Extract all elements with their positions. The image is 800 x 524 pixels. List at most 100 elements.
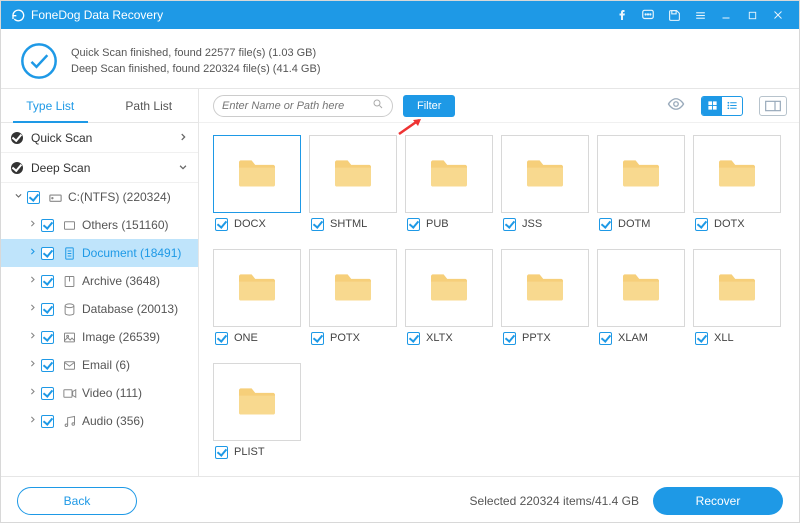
checkbox[interactable]: [41, 387, 54, 400]
tree-item[interactable]: Document (18491): [1, 239, 198, 267]
chevron-right-icon[interactable]: [25, 415, 39, 427]
folder-icon: [426, 155, 472, 194]
folder-thumb[interactable]: [501, 249, 589, 327]
minimize-icon[interactable]: [713, 1, 739, 29]
checkbox[interactable]: [503, 218, 516, 231]
checkbox[interactable]: [695, 218, 708, 231]
folder-thumb[interactable]: [405, 135, 493, 213]
checkbox[interactable]: [311, 332, 324, 345]
tree-label: Archive (3648): [82, 274, 160, 288]
checkbox[interactable]: [503, 332, 516, 345]
folder-thumb[interactable]: [597, 249, 685, 327]
checkbox[interactable]: [41, 359, 54, 372]
grid-item-name: PUB: [426, 218, 449, 230]
grid-item[interactable]: DOTX: [693, 135, 781, 235]
grid-view-icon[interactable]: [702, 97, 722, 115]
chevron-down-icon[interactable]: [11, 191, 25, 203]
tree-item[interactable]: Video (111): [1, 379, 198, 407]
checkbox[interactable]: [407, 332, 420, 345]
chevron-right-icon[interactable]: [25, 387, 39, 399]
chevron-right-icon[interactable]: [25, 275, 39, 287]
checkbox[interactable]: [41, 303, 54, 316]
filter-button[interactable]: Filter: [403, 95, 455, 117]
tree-item[interactable]: Audio (356): [1, 407, 198, 435]
recover-button[interactable]: Recover: [653, 487, 783, 515]
scan-status: Quick Scan finished, found 22577 file(s)…: [1, 29, 799, 89]
grid-item[interactable]: PUB: [405, 135, 493, 235]
tree-label: Email (6): [82, 358, 130, 372]
save-icon[interactable]: [661, 1, 687, 29]
checkbox[interactable]: [41, 415, 54, 428]
section-deep-scan[interactable]: Deep Scan: [1, 153, 198, 183]
grid-item[interactable]: SHTML: [309, 135, 397, 235]
tree-label: C:(NTFS) (220324): [68, 190, 171, 204]
grid-item[interactable]: DOTM: [597, 135, 685, 235]
grid-item[interactable]: DOCX: [213, 135, 301, 235]
chevron-right-icon[interactable]: [25, 247, 39, 259]
folder-thumb[interactable]: [693, 135, 781, 213]
back-button[interactable]: Back: [17, 487, 137, 515]
checkbox[interactable]: [599, 332, 612, 345]
detail-pane-toggle[interactable]: [759, 96, 787, 116]
list-view-icon[interactable]: [722, 97, 742, 115]
video-icon: [60, 386, 78, 401]
tree-item[interactable]: Others (151160): [1, 211, 198, 239]
grid-item[interactable]: XLL: [693, 249, 781, 349]
grid-item[interactable]: JSS: [501, 135, 589, 235]
checkbox[interactable]: [407, 218, 420, 231]
folder-icon: [618, 155, 664, 194]
checkbox[interactable]: [27, 191, 40, 204]
grid-item[interactable]: XLAM: [597, 249, 685, 349]
checkbox[interactable]: [599, 218, 612, 231]
title-bar: FoneDog Data Recovery: [1, 1, 799, 29]
checkbox[interactable]: [215, 218, 228, 231]
maximize-icon[interactable]: [739, 1, 765, 29]
archive-icon: [60, 274, 78, 289]
chevron-right-icon[interactable]: [25, 359, 39, 371]
tab-type-list[interactable]: Type List: [1, 89, 100, 122]
tab-path-list[interactable]: Path List: [100, 89, 199, 122]
folder-thumb[interactable]: [213, 249, 301, 327]
checkbox[interactable]: [41, 219, 54, 232]
close-icon[interactable]: [765, 1, 791, 29]
tree-item[interactable]: Email (6): [1, 351, 198, 379]
checkbox[interactable]: [215, 332, 228, 345]
chevron-right-icon[interactable]: [25, 303, 39, 315]
folder-thumb[interactable]: [213, 363, 301, 441]
section-quick-scan[interactable]: Quick Scan: [1, 123, 198, 153]
checkbox[interactable]: [311, 218, 324, 231]
grid-item[interactable]: PPTX: [501, 249, 589, 349]
chevron-right-icon[interactable]: [25, 331, 39, 343]
folder-thumb[interactable]: [405, 249, 493, 327]
feedback-icon[interactable]: [635, 1, 661, 29]
tree-item[interactable]: Image (26539): [1, 323, 198, 351]
folder-icon: [426, 269, 472, 308]
preview-icon[interactable]: [667, 95, 685, 116]
grid-item[interactable]: ONE: [213, 249, 301, 349]
tree-item[interactable]: Database (20013): [1, 295, 198, 323]
grid-item[interactable]: PLIST: [213, 363, 301, 463]
chevron-right-icon[interactable]: [25, 219, 39, 231]
folder-thumb[interactable]: [309, 135, 397, 213]
grid-item[interactable]: POTX: [309, 249, 397, 349]
checkbox[interactable]: [41, 247, 54, 260]
checkbox[interactable]: [41, 275, 54, 288]
folder-thumb[interactable]: [693, 249, 781, 327]
folder-thumb[interactable]: [213, 135, 301, 213]
tree-drive[interactable]: C:(NTFS) (220324): [1, 183, 198, 211]
checkbox[interactable]: [215, 446, 228, 459]
grid-item-name: SHTML: [330, 218, 367, 230]
facebook-icon[interactable]: [609, 1, 635, 29]
menu-icon[interactable]: [687, 1, 713, 29]
email-icon: [60, 358, 78, 373]
checkbox[interactable]: [695, 332, 708, 345]
checkbox[interactable]: [41, 331, 54, 344]
search-input[interactable]: [222, 100, 372, 112]
folder-thumb[interactable]: [501, 135, 589, 213]
search-box[interactable]: [213, 95, 393, 117]
sidebar: Type List Path List Quick Scan Deep Scan: [1, 89, 199, 476]
folder-thumb[interactable]: [309, 249, 397, 327]
tree-item[interactable]: Archive (3648): [1, 267, 198, 295]
grid-item[interactable]: XLTX: [405, 249, 493, 349]
folder-thumb[interactable]: [597, 135, 685, 213]
